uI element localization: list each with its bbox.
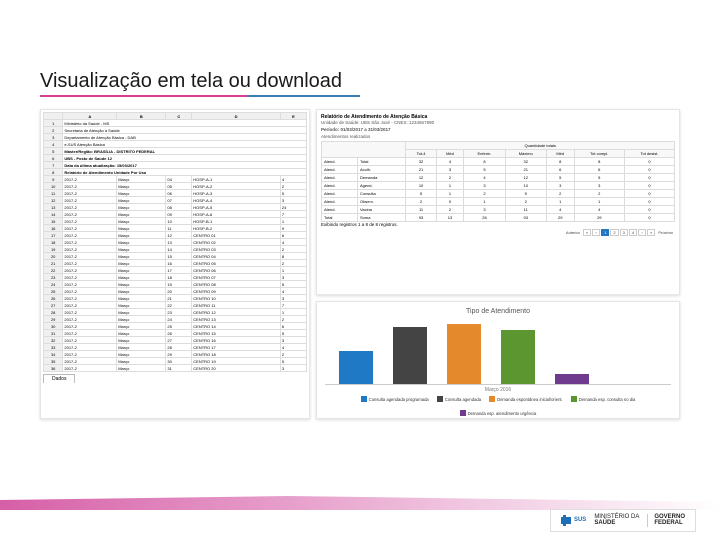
pager-btn[interactable]: 1: [601, 229, 609, 236]
slide-footer: SUS MINISTÉRIO DA SAÚDE GOVERNO FEDERAL: [0, 490, 720, 540]
chart-legend: Consulta agendada programada Consulta age…: [325, 396, 671, 416]
legend-item: Demanda espontânea inicial/orient.: [489, 396, 563, 402]
legend-item: Demanda esp. atendimento urgência: [460, 410, 537, 416]
report-table: Quantidade totaisTot-4MédEnferm.MáximoMé…: [321, 141, 675, 222]
chart-bar: [555, 374, 589, 384]
chart-xlabel: Março 2016: [325, 387, 671, 393]
pager-btn[interactable]: ‹: [592, 229, 600, 236]
pager-btn[interactable]: ›: [638, 229, 646, 236]
spreadsheet-panel: ABCDE1Ministério da Saúde - MS2Secretari…: [40, 109, 310, 419]
pager: Anterior«‹1234›»Próximo: [321, 229, 675, 236]
chart-title: Tipo de Atendimento: [325, 308, 671, 315]
chart-plot-area: [325, 317, 671, 385]
pager-btn[interactable]: 2: [610, 229, 618, 236]
chart-bar: [447, 324, 481, 384]
spreadsheet-table: ABCDE1Ministério da Saúde - MS2Secretari…: [43, 112, 307, 372]
chart-panel: Tipo de Atendimento Março 2016 Consulta …: [316, 301, 680, 419]
footer-logos: SUS MINISTÉRIO DA SAÚDE GOVERNO FEDERAL: [550, 509, 696, 532]
report-footer-count: Exibindo registros 1 a 8 de 8 registros.: [321, 222, 675, 227]
title-underline: [40, 95, 360, 97]
pager-btn[interactable]: 3: [620, 229, 628, 236]
ministerio-logo: MINISTÉRIO DA SAÚDE: [594, 514, 639, 527]
chart-bar: [393, 327, 427, 384]
legend-item: Demanda esp. consulta no dia: [571, 396, 636, 402]
footer-swoosh: [0, 490, 720, 510]
page-title: Visualização em tela ou download: [40, 70, 680, 93]
web-report-panel: Relatório de Atendimento de Atenção Bási…: [316, 109, 680, 295]
sheet-tab[interactable]: Dados: [43, 374, 75, 383]
report-period: Período: 01/03/2017 a 31/03/2017: [321, 127, 675, 132]
pager-btn[interactable]: »: [647, 229, 655, 236]
legend-item: Consulta agendada: [437, 396, 481, 402]
governo-logo: GOVERNO FEDERAL: [647, 514, 685, 527]
chart-bar: [339, 351, 373, 385]
plus-icon: [561, 517, 571, 524]
sus-text: SUS: [574, 517, 586, 523]
report-group-hdr: Atendimentos realizados: [321, 134, 675, 139]
pager-btn[interactable]: «: [583, 229, 591, 236]
right-column: Relatório de Atendimento de Atenção Bási…: [316, 109, 680, 419]
report-title-2: Unidade de Saúde: UBS São José - CNES: 1…: [321, 120, 675, 125]
chart-bar: [501, 330, 535, 384]
sus-logo: SUS: [561, 517, 586, 524]
content-row: ABCDE1Ministério da Saúde - MS2Secretari…: [40, 109, 680, 419]
legend-item: Consulta agendada programada: [361, 396, 429, 402]
pager-btn[interactable]: 4: [629, 229, 637, 236]
